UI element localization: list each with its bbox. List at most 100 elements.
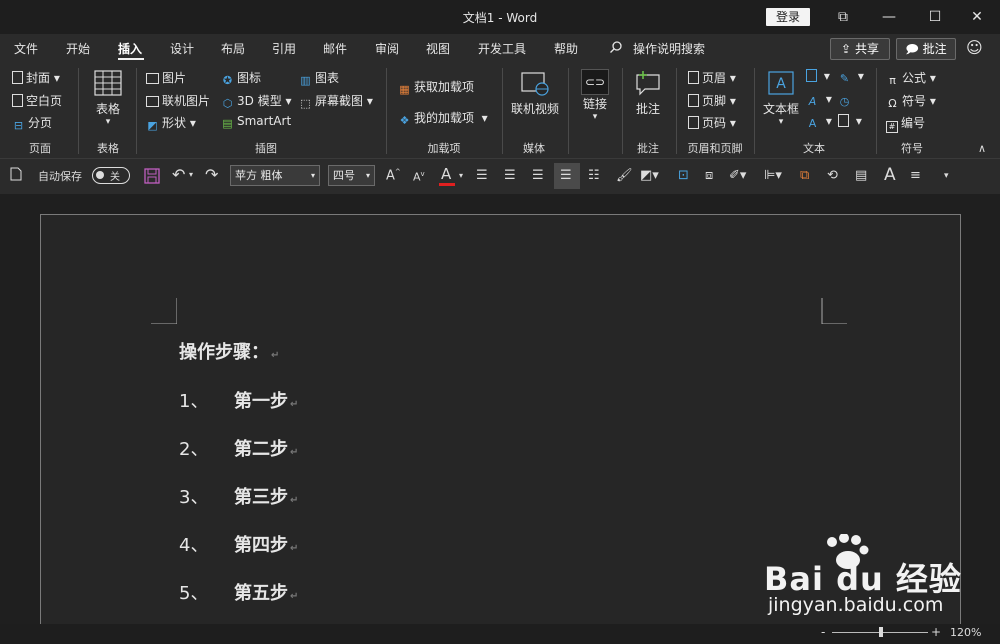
online-video-button[interactable]: 联机视频 (508, 69, 562, 117)
save-icon[interactable] (144, 168, 160, 188)
text-box-qat-icon[interactable]: ⊡ (678, 168, 689, 183)
tab-file[interactable]: 文件 (14, 40, 38, 57)
page-break-button[interactable]: ⊟ 分页 (12, 114, 52, 132)
symbol-button[interactable]: Ω 符号 ▾ (886, 92, 936, 110)
group-label-text: 文本 (803, 142, 825, 155)
close-button[interactable]: ✕ (954, 4, 1000, 30)
share-button[interactable]: ⇪ 共享 (830, 38, 890, 60)
date-time-icon: ◷ (839, 95, 850, 108)
zoom-slider-thumb[interactable] (879, 627, 883, 637)
shapes-button[interactable]: ◩ 形状 ▾ (146, 114, 196, 132)
tab-design[interactable]: 设计 (170, 40, 194, 57)
distributed-icon[interactable]: ☷ (588, 168, 600, 183)
font-color-dropdown-icon[interactable]: ▾ (459, 171, 463, 180)
wordart-button[interactable]: A ▾ (806, 92, 832, 108)
page-number-button[interactable]: 页码 ▾ (688, 114, 736, 131)
font-color-bar (439, 183, 455, 186)
list-number: 4、 (179, 535, 209, 556)
font-size-select[interactable]: 四号 ▾ (328, 165, 375, 186)
online-pictures-button[interactable]: 联机图片 (146, 92, 210, 109)
icons-button[interactable]: ✪ 图标 (221, 69, 261, 87)
feedback-smiley-icon[interactable]: ☺ (966, 38, 983, 57)
picture-qat-icon[interactable]: ⧈ (705, 168, 713, 183)
screenshot-button[interactable]: ⬚ 屏幕截图 ▾ (299, 92, 373, 110)
search-icon[interactable] (609, 40, 623, 57)
search-box[interactable]: 操作说明搜索 (633, 40, 705, 57)
format-painter-icon[interactable]: 🖌 (616, 168, 633, 183)
zoom-out-button[interactable]: - (821, 625, 825, 639)
text-box-button[interactable]: A 文本框 ▾ (760, 69, 802, 127)
align-objects-icon[interactable]: ⊫▾ (764, 168, 782, 183)
comments-button[interactable]: 🗩 批注 (896, 38, 956, 60)
pictures-button[interactable]: 图片 (146, 69, 186, 86)
links-button[interactable]: ⊂⊃ 链接 ▾ (574, 69, 616, 122)
undo-dropdown-icon[interactable]: ▾ (189, 170, 193, 179)
tab-mailings[interactable]: 邮件 (323, 40, 347, 57)
tab-view[interactable]: 视图 (426, 40, 450, 57)
footer-button[interactable]: 页脚 ▾ (688, 92, 736, 109)
font-color-icon[interactable]: A (441, 165, 451, 183)
maximize-button[interactable]: ☐ (912, 4, 958, 30)
picture-icon (146, 73, 159, 84)
autosave-label: 自动保存 (38, 170, 82, 183)
undo-icon[interactable]: ↶ (172, 165, 185, 184)
tab-layout[interactable]: 布局 (221, 40, 245, 57)
font-name-select[interactable]: 苹方 粗体 ▾ (230, 165, 320, 186)
blank-page-button[interactable]: 空白页 (12, 92, 62, 109)
ribbon-display-options-icon[interactable]: ⧉ (820, 4, 866, 30)
3d-models-button[interactable]: ⬡ 3D 模型 ▾ (221, 92, 292, 110)
align-center-icon[interactable]: ☰ (504, 168, 516, 183)
tab-developer[interactable]: 开发工具 (478, 40, 526, 57)
font-style-icon[interactable]: A (884, 165, 896, 185)
header-icon (688, 71, 699, 84)
online-picture-icon (146, 96, 159, 107)
justify-icon[interactable]: ☰ (560, 168, 572, 183)
cover-page-button[interactable]: 封面 ▾ (12, 69, 60, 86)
smartart-button[interactable]: ▤ SmartArt (221, 114, 291, 130)
redo-icon[interactable]: ↷ (205, 165, 218, 184)
drop-cap-button[interactable]: A ▾ (806, 114, 832, 130)
numbering-button[interactable]: # 编号 (886, 114, 925, 133)
collapse-ribbon-icon[interactable]: ∧ (978, 142, 986, 155)
new-document-icon[interactable] (10, 167, 22, 185)
object-button[interactable]: ▾ (838, 114, 862, 128)
grow-font-icon[interactable]: A^ (386, 168, 401, 183)
wrap-text-icon[interactable]: ⟲ (827, 168, 838, 183)
quick-parts-button[interactable]: ▾ (806, 69, 830, 83)
zoom-in-button[interactable]: + (931, 625, 941, 639)
chevron-down-icon: ▾ (310, 171, 315, 180)
tab-references[interactable]: 引用 (272, 40, 296, 57)
shapes-icon: ◩ (147, 119, 158, 132)
shapes-qat-icon[interactable]: ◩▾ (640, 168, 659, 183)
align-right-icon[interactable]: ☰ (532, 168, 544, 183)
minimize-button[interactable]: — (866, 4, 912, 30)
my-addins-icon: ❖ (399, 114, 410, 127)
get-addins-button[interactable]: ▦ 获取加载项 (398, 78, 474, 96)
customize-qat-icon[interactable]: ▾ (944, 171, 949, 181)
date-time-button[interactable]: ◷ (838, 92, 854, 108)
signature-line-button[interactable]: ✎ ▾ (838, 69, 864, 85)
tab-insert[interactable]: 插入 (118, 40, 142, 57)
chart-button[interactable]: ▥ 图表 (299, 69, 339, 87)
draw-qat-icon[interactable]: ✐▾ (729, 168, 746, 183)
paragraph-spacing-icon[interactable]: ≡ (910, 168, 921, 183)
tab-help[interactable]: 帮助 (554, 40, 578, 57)
new-comment-button[interactable]: 批注 (630, 69, 666, 117)
my-addins-button[interactable]: ❖ 我的加载项 ▾ (398, 109, 488, 127)
smartart-icon: ▤ (222, 117, 233, 130)
table-button[interactable]: 表格 ▾ (86, 69, 130, 127)
login-button[interactable]: 登录 (766, 8, 810, 26)
numbering-icon: # (886, 121, 898, 133)
tab-review[interactable]: 审阅 (375, 40, 399, 57)
equation-button[interactable]: π 公式 ▾ (886, 69, 936, 87)
shrink-font-icon[interactable]: Av (413, 170, 425, 184)
zoom-level[interactable]: 120% (950, 626, 981, 639)
position-icon[interactable]: ▤ (855, 168, 867, 183)
bring-forward-icon[interactable]: ⧉ (800, 168, 809, 183)
align-left-icon[interactable]: ☰ (476, 168, 488, 183)
header-button[interactable]: 页眉 ▾ (688, 69, 736, 86)
tab-home[interactable]: 开始 (66, 40, 90, 57)
chevron-down-icon: ▾ (365, 171, 370, 180)
drop-cap-icon: A (808, 117, 817, 130)
screenshot-icon: ⬚ (300, 97, 311, 110)
